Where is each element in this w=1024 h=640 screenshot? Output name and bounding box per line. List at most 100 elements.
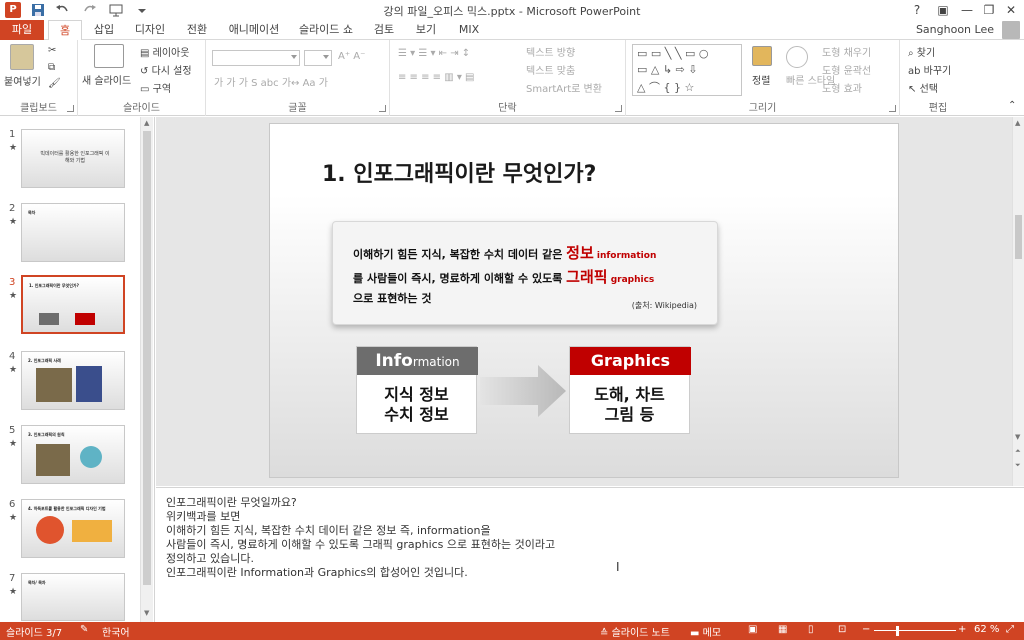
graphics-body-line: 그림 등: [604, 405, 655, 424]
slide-sorter-icon[interactable]: ▦: [778, 624, 787, 635]
zoom-slider-track[interactable]: [874, 630, 956, 631]
tab-review[interactable]: 검토: [368, 20, 400, 40]
next-slide-icon[interactable]: ⏷: [1015, 461, 1021, 470]
tab-mix[interactable]: MIX: [452, 20, 486, 40]
arrange-button[interactable]: 정렬: [752, 72, 770, 87]
comments-button[interactable]: ▬ 메모: [690, 624, 721, 639]
notes-toggle-button[interactable]: ≙ 슬라이드 노트: [600, 624, 670, 639]
slide-thumbnail-1[interactable]: 빅데이터를 활용한 인포그래픽 이해와 기법: [21, 129, 125, 188]
fit-slide-icon[interactable]: ⤢: [1006, 624, 1014, 635]
slide-thumbnail-3[interactable]: 1. 인포그래픽이란 무엇인가?: [21, 275, 125, 334]
slide-thumbnail-6[interactable]: 4. 하둑포트를 활용한 인포그래픽 디자인 기법: [21, 499, 125, 558]
notes-pane[interactable]: 인포그래픽이란 무엇일까요? 위키백과를 보면 이해하기 힘든 지식, 복잡한 …: [156, 487, 1024, 622]
shape-textbox-icon[interactable]: ▭ ▭ ╲ ╲ ▭ ○: [637, 47, 709, 60]
thumb-shape: [76, 366, 102, 402]
thumb-number: 4: [9, 351, 16, 362]
format-painter-icon[interactable]: 🖌: [48, 78, 61, 89]
shape-effects-button[interactable]: 도형 효과: [822, 80, 862, 95]
font-format-buttons[interactable]: 가 가 가 S abc 가↔ Aa 가: [214, 74, 328, 89]
ribbon-display-options-icon[interactable]: ▣: [932, 0, 954, 20]
drawing-launcher-icon[interactable]: [889, 105, 896, 112]
tab-transitions[interactable]: 전환: [180, 20, 214, 40]
editing-group: ⌕ 찾기 ab 바꾸기 ↖ 선택 편집: [900, 40, 976, 116]
shape-outline-button[interactable]: 도형 윤곽선: [822, 62, 871, 77]
slide-title[interactable]: 1. 인포그래픽이란 무엇인가?: [322, 156, 596, 188]
help-button[interactable]: ?: [906, 0, 928, 20]
section-button[interactable]: ▭ 구역: [140, 80, 171, 95]
spellcheck-icon[interactable]: ✎: [80, 624, 88, 635]
shapes-gallery[interactable]: ▭ ▭ ╲ ╲ ▭ ○ ▭ △ ↳ ⇨ ⇩ △ ⌒ { } ☆: [632, 44, 742, 96]
shape-row2-icon[interactable]: ▭ △ ↳ ⇨ ⇩: [637, 63, 698, 76]
slideshow-view-icon[interactable]: ⊡: [838, 624, 846, 635]
scroll-down-icon[interactable]: ▼: [144, 609, 149, 617]
tab-file[interactable]: 파일: [0, 20, 44, 40]
scroll-up-icon[interactable]: ▲: [1015, 119, 1020, 127]
slide-thumbnail-7[interactable]: 목차/ 목차: [21, 573, 125, 621]
layout-button[interactable]: ▤ 레이아웃: [140, 44, 189, 59]
paste-button[interactable]: 붙여넣기: [4, 73, 41, 88]
scroll-down-icon[interactable]: ▼: [1015, 433, 1020, 441]
close-button[interactable]: ✕: [1000, 0, 1022, 20]
thumbnail-scrollbar[interactable]: ▲ ▼: [140, 117, 153, 622]
previous-slide-icon[interactable]: ⏶: [1015, 447, 1021, 456]
graphics-box[interactable]: Graphics 도해, 차트 그림 등: [569, 346, 691, 434]
shape-fill-button[interactable]: 도형 채우기: [822, 44, 871, 59]
editor-scrollbar[interactable]: ▲ ▼ ⏶ ⏷: [1012, 117, 1024, 486]
notes-icon: ≙: [600, 628, 612, 639]
arrange-icon[interactable]: [752, 46, 772, 66]
font-name-combo[interactable]: [212, 50, 300, 66]
find-button[interactable]: ⌕ 찾기: [908, 44, 935, 59]
user-avatar[interactable]: [1002, 21, 1020, 39]
thumb-animation-icon: ★: [9, 365, 18, 375]
shape-row3-icon[interactable]: △ ⌒ { } ☆: [637, 79, 694, 95]
text-direction-button[interactable]: 텍스트 방향: [526, 44, 575, 59]
reset-button[interactable]: ↺ 다시 설정: [140, 62, 192, 77]
definition-callout[interactable]: 이해하기 힘든 지식, 복잡한 수치 데이터 같은 정보 information…: [332, 221, 718, 325]
scroll-up-icon[interactable]: ▲: [144, 119, 149, 127]
alignment-icons[interactable]: ≡ ≡ ≡ ≡ ▥ ▾ ▤: [398, 72, 475, 83]
scroll-thumb[interactable]: [143, 131, 151, 585]
bullets-icon[interactable]: ☰ ▾ ☰ ▾ ⇤ ⇥ ↕: [398, 48, 470, 59]
language-indicator[interactable]: 한국어: [102, 624, 130, 639]
slide-thumbnail-2[interactable]: 목차: [21, 203, 125, 262]
slide-thumbnail-4[interactable]: 2. 인포그래픽 사례: [21, 351, 125, 410]
tab-insert[interactable]: 삽입: [88, 20, 120, 40]
font-launcher-icon[interactable]: [379, 105, 386, 112]
clipboard-launcher-icon[interactable]: [67, 105, 74, 112]
zoom-level[interactable]: 62 %: [974, 624, 999, 635]
collapse-ribbon-icon[interactable]: ⌃: [1008, 100, 1016, 111]
zoom-in-icon[interactable]: +: [958, 624, 966, 635]
new-slide-icon[interactable]: [94, 44, 124, 68]
minimize-button[interactable]: —: [956, 0, 978, 20]
scroll-thumb[interactable]: [1015, 215, 1022, 259]
tab-home[interactable]: 홈: [48, 20, 82, 41]
clipboard-label: 클립보드: [20, 103, 57, 114]
paragraph-launcher-icon[interactable]: [615, 105, 622, 112]
quick-styles-icon[interactable]: [786, 46, 808, 68]
tab-view[interactable]: 보기: [410, 20, 442, 40]
current-slide[interactable]: 1. 인포그래픽이란 무엇인가? 이해하기 힘든 지식, 복잡한 수치 데이터 …: [269, 123, 899, 478]
restore-button[interactable]: ❐: [978, 0, 1000, 20]
tab-slideshow[interactable]: 슬라이드 쇼: [294, 20, 358, 40]
slide-thumbnail-5[interactable]: 3. 인포그래픽의 원칙: [21, 425, 125, 484]
font-size-combo[interactable]: [304, 50, 332, 66]
new-slide-button[interactable]: 새 슬라이드: [82, 72, 131, 87]
tab-animations[interactable]: 애니메이션: [224, 20, 284, 40]
normal-view-icon[interactable]: ▣: [748, 624, 757, 635]
right-arrow-icon[interactable]: [480, 365, 566, 417]
copy-icon[interactable]: ⧉: [48, 62, 55, 73]
smartart-button[interactable]: SmartArt로 변환: [526, 80, 602, 95]
cut-icon[interactable]: ✂: [48, 45, 56, 56]
zoom-slider-thumb[interactable]: [896, 626, 899, 636]
tab-design[interactable]: 디자인: [130, 20, 170, 40]
reading-view-icon[interactable]: ▯: [808, 624, 814, 635]
align-text-button[interactable]: 텍스트 맞춤: [526, 62, 575, 77]
paste-icon[interactable]: [10, 44, 34, 70]
information-box[interactable]: Information 지식 정보 수치 정보: [356, 346, 478, 434]
zoom-out-icon[interactable]: −: [862, 624, 870, 635]
replace-button[interactable]: ab 바꾸기: [908, 62, 951, 77]
select-button[interactable]: ↖ 선택: [908, 80, 938, 95]
grow-font-icon[interactable]: A⁺ A⁻: [338, 51, 365, 62]
slides-group: 새 슬라이드 ▤ 레이아웃 ↺ 다시 설정 ▭ 구역 슬라이드: [78, 40, 206, 116]
user-name[interactable]: Sanghoon Lee: [916, 23, 994, 36]
